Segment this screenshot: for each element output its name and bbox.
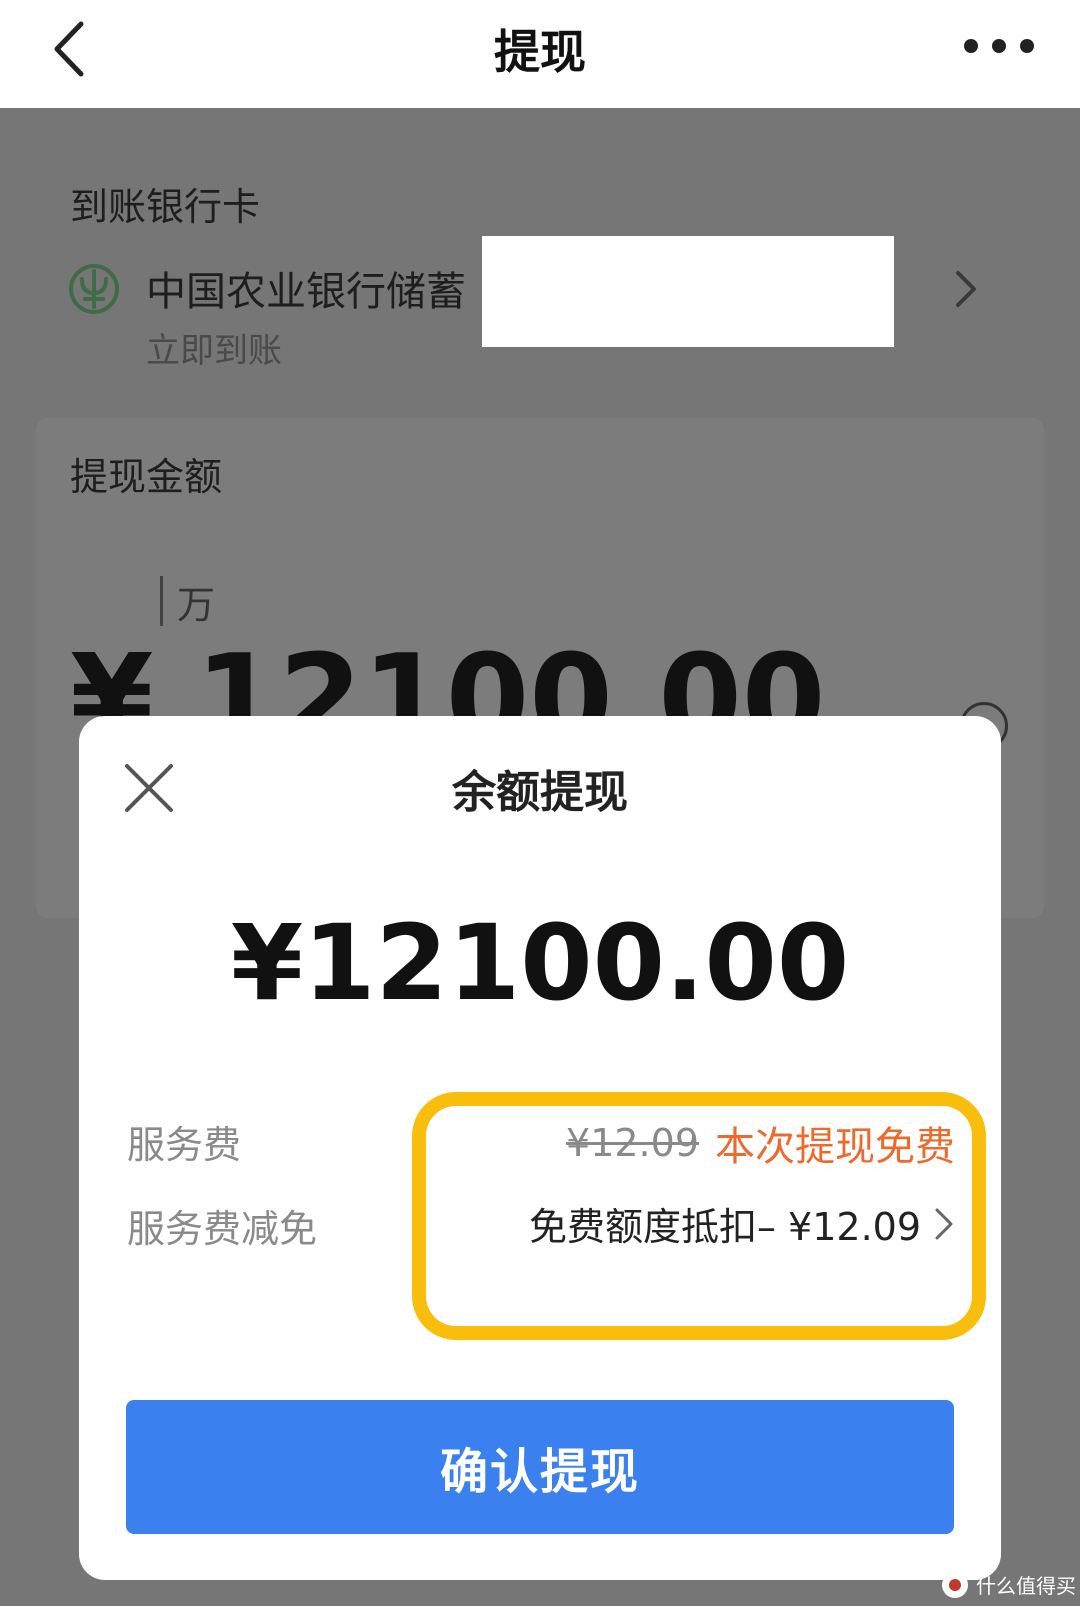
more-button[interactable]: [964, 24, 1034, 68]
confirm-withdraw-button[interactable]: 确认提现: [126, 1400, 954, 1534]
redaction-box: [482, 236, 894, 347]
service-fee-value: ¥12.09 本次提现免费: [566, 1114, 955, 1172]
withdraw-amount: ¥12100.00: [230, 902, 850, 1024]
bank-section-label: 到账银行卡: [70, 185, 261, 229]
page-title: 提现: [494, 25, 586, 79]
more-dots-icon: [964, 39, 978, 53]
amount-section-label: 提现金额: [70, 455, 223, 499]
chevron-right-icon: [935, 1208, 953, 1239]
fee-waiver-value[interactable]: 免费额度抵扣– ¥12.09: [529, 1196, 955, 1251]
bank-name: 中国农业银行储蓄: [146, 269, 466, 315]
service-fee-label: 服务费: [127, 1123, 242, 1167]
nav-bar: 提现: [0, 0, 1080, 108]
arrival-time: 立即到账: [146, 331, 282, 371]
fee-waiver-label: 服务费减免: [127, 1207, 318, 1251]
modal-title: 余额提现: [452, 767, 628, 818]
original-fee: ¥12.09: [566, 1121, 699, 1165]
abc-bank-logo-icon: [69, 264, 119, 314]
chevron-right-icon: [956, 271, 976, 307]
watermark: 什么值得买: [942, 1570, 1076, 1599]
withdraw-confirm-modal: 余额提现 ¥12100.00 服务费 服务费减免 ¥12.09 本次提现免费 免…: [79, 716, 1001, 1580]
fee-deduction: 免费额度抵扣– ¥12.09: [528, 1205, 921, 1249]
unit-hint: 万: [160, 576, 215, 627]
watermark-logo-icon: [942, 1571, 968, 1598]
free-badge: 本次提现免费: [715, 1124, 955, 1170]
